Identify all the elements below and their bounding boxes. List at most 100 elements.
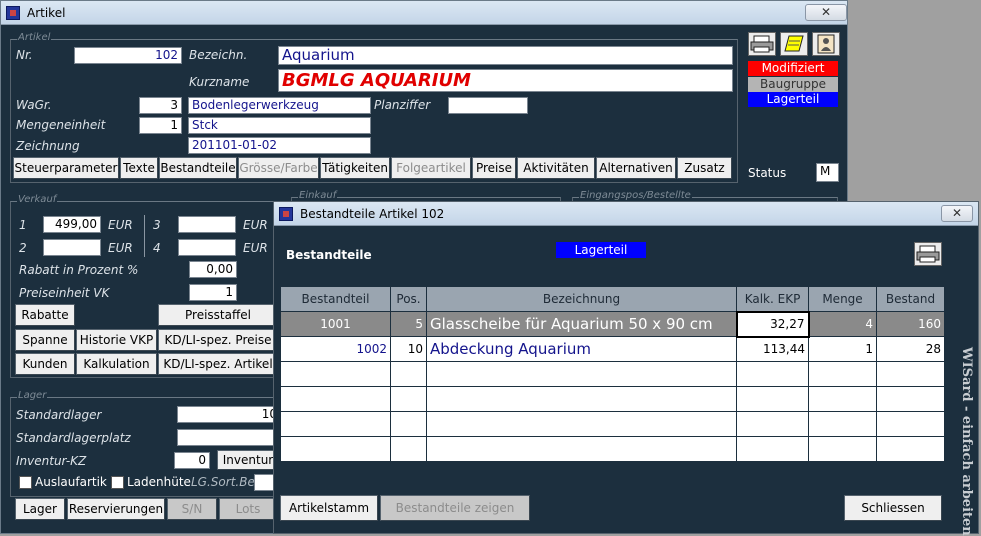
historie-vkp-button[interactable]: Historie VKP [76,329,157,351]
bezeichnung-field[interactable]: Aquarium [278,46,733,65]
tab-alternativen[interactable]: Alternativen [596,157,676,179]
cell-pos[interactable] [390,361,427,387]
table-row[interactable] [280,361,945,387]
vk2-field[interactable] [43,239,101,256]
verkauf-divider [144,215,145,257]
tab-steuerparameter[interactable]: Steuerparameter [13,157,119,179]
cell-bezeichnung[interactable]: Abdeckung Aquarium [426,336,737,362]
tab-taetigkeiten[interactable]: Tätigkeiten [320,157,390,179]
col-header-bestandteil[interactable]: Bestandteil [280,286,391,312]
schliessen-button[interactable]: Schliessen [844,495,942,521]
spanne-button[interactable]: Spanne [15,329,75,351]
kurzname-field[interactable]: BGMLG AQUARIUM [278,69,733,92]
sn-button[interactable]: S/N [167,498,217,520]
kdli-preise-button[interactable]: KD/LI-spez. Preise [158,329,278,351]
cell-bezeichnung[interactable] [426,436,737,462]
inventur-button[interactable]: Inventur [217,450,279,470]
cell-bestandteil[interactable] [280,386,391,412]
cell-ekp[interactable] [736,436,809,462]
inventur-kz-field[interactable]: 0 [174,452,210,469]
reservierungen-button[interactable]: Reservierungen [67,498,165,520]
cell-menge[interactable]: 4 [808,311,877,337]
cell-menge[interactable] [808,386,877,412]
cell-bestand[interactable] [876,436,945,462]
note-icon[interactable] [780,32,808,56]
col-header-ekp[interactable]: Kalk. EKP [736,286,809,312]
table-row[interactable]: 1002 10 Abdeckung Aquarium 113,44 1 28 [280,336,945,362]
wagr-field[interactable]: 3 [139,97,182,114]
cell-ekp[interactable]: 32,27 [735,310,810,338]
kalkulation-button[interactable]: Kalkulation [76,353,157,375]
cell-pos[interactable] [390,386,427,412]
cell-bestand[interactable] [876,386,945,412]
print-icon[interactable] [748,32,776,56]
cell-pos[interactable]: 10 [390,336,427,362]
cell-bezeichnung[interactable] [426,411,737,437]
cell-pos[interactable] [390,436,427,462]
cell-bestand[interactable] [876,361,945,387]
table-row[interactable] [280,436,945,462]
vk4-field[interactable] [178,239,236,256]
kunden-button[interactable]: Kunden [15,353,75,375]
bestandteile-zeigen-button[interactable]: Bestandteile zeigen [380,495,530,521]
picture-icon[interactable] [812,32,840,56]
mengeneinheit-field[interactable]: 1 [139,117,182,134]
vk3-field[interactable] [178,216,236,233]
tab-preise[interactable]: Preise [472,157,516,179]
lager-button[interactable]: Lager [15,498,65,520]
preiseinheit-field[interactable]: 1 [189,284,237,301]
table-row[interactable] [280,386,945,412]
cell-bestandteil[interactable] [280,361,391,387]
cell-bestandteil[interactable] [280,411,391,437]
tab-folgeartikel[interactable]: Folgeartikel [391,157,471,179]
cell-menge[interactable] [808,436,877,462]
planziffer-field[interactable] [448,97,528,114]
tab-aktivitaeten[interactable]: Aktivitäten [517,157,595,179]
cell-bestandteil[interactable] [280,436,391,462]
col-header-bestand[interactable]: Bestand [876,286,945,312]
cell-ekp[interactable] [736,411,809,437]
zeichnung-field[interactable]: 201101-01-02 [188,137,371,154]
cell-pos[interactable]: 5 [390,311,427,337]
tab-texte[interactable]: Texte [120,157,158,179]
preisstaffel-button[interactable]: Preisstaffel [158,304,278,326]
tab-bestandteile[interactable]: Bestandteile [159,157,237,179]
auslaufartikel-checkbox[interactable] [19,476,32,489]
tab-groesse-farbe[interactable]: Grösse/Farbe [238,157,319,179]
cell-ekp[interactable] [736,386,809,412]
table-row[interactable] [280,411,945,437]
col-header-bezeichnung[interactable]: Bezeichnung [426,286,737,312]
cell-menge[interactable] [808,361,877,387]
cell-bestand[interactable]: 160 [876,311,945,337]
close-icon[interactable]: ✕ [805,4,847,21]
cell-bestand[interactable]: 28 [876,336,945,362]
table-row[interactable]: 1001 5 Glasscheibe für Aquarium 50 x 90 cm… [280,310,945,338]
cell-menge[interactable]: 1 [808,336,877,362]
artikelstamm-button[interactable]: Artikelstamm [280,495,378,521]
kdli-artikel-button[interactable]: KD/LI-spez. Artikel [158,353,278,375]
cell-bestandteil[interactable]: 1001 [280,311,391,337]
lots-button[interactable]: Lots [219,498,277,520]
cell-ekp[interactable] [736,361,809,387]
cell-menge[interactable] [808,411,877,437]
cell-bestand[interactable] [876,411,945,437]
ladenhueter-checkbox[interactable] [111,476,124,489]
rabatte-button[interactable]: Rabatte [15,304,75,326]
vk1-field[interactable]: 499,00 [43,216,101,233]
col-header-menge[interactable]: Menge [808,286,877,312]
dialog-close-icon[interactable]: ✕ [941,205,973,222]
cell-bezeichnung[interactable] [426,386,737,412]
rabatt-field[interactable]: 0,00 [189,261,237,278]
cell-bezeichnung[interactable] [426,361,737,387]
cell-bezeichnung[interactable]: Glasscheibe für Aquarium 50 x 90 cm [426,311,737,337]
standardlagerplatz-field[interactable] [177,429,281,446]
cell-ekp[interactable]: 113,44 [736,336,809,362]
nr-field[interactable]: 102 [74,47,182,64]
col-header-pos[interactable]: Pos. [390,286,427,312]
standardlager-field[interactable]: 10 [177,406,281,423]
dialog-print-icon[interactable] [914,242,942,266]
cell-pos[interactable] [390,411,427,437]
cell-bestandteil[interactable]: 1002 [280,336,391,362]
status-field[interactable]: M [816,163,839,182]
tab-zusatz[interactable]: Zusatz [677,157,732,179]
